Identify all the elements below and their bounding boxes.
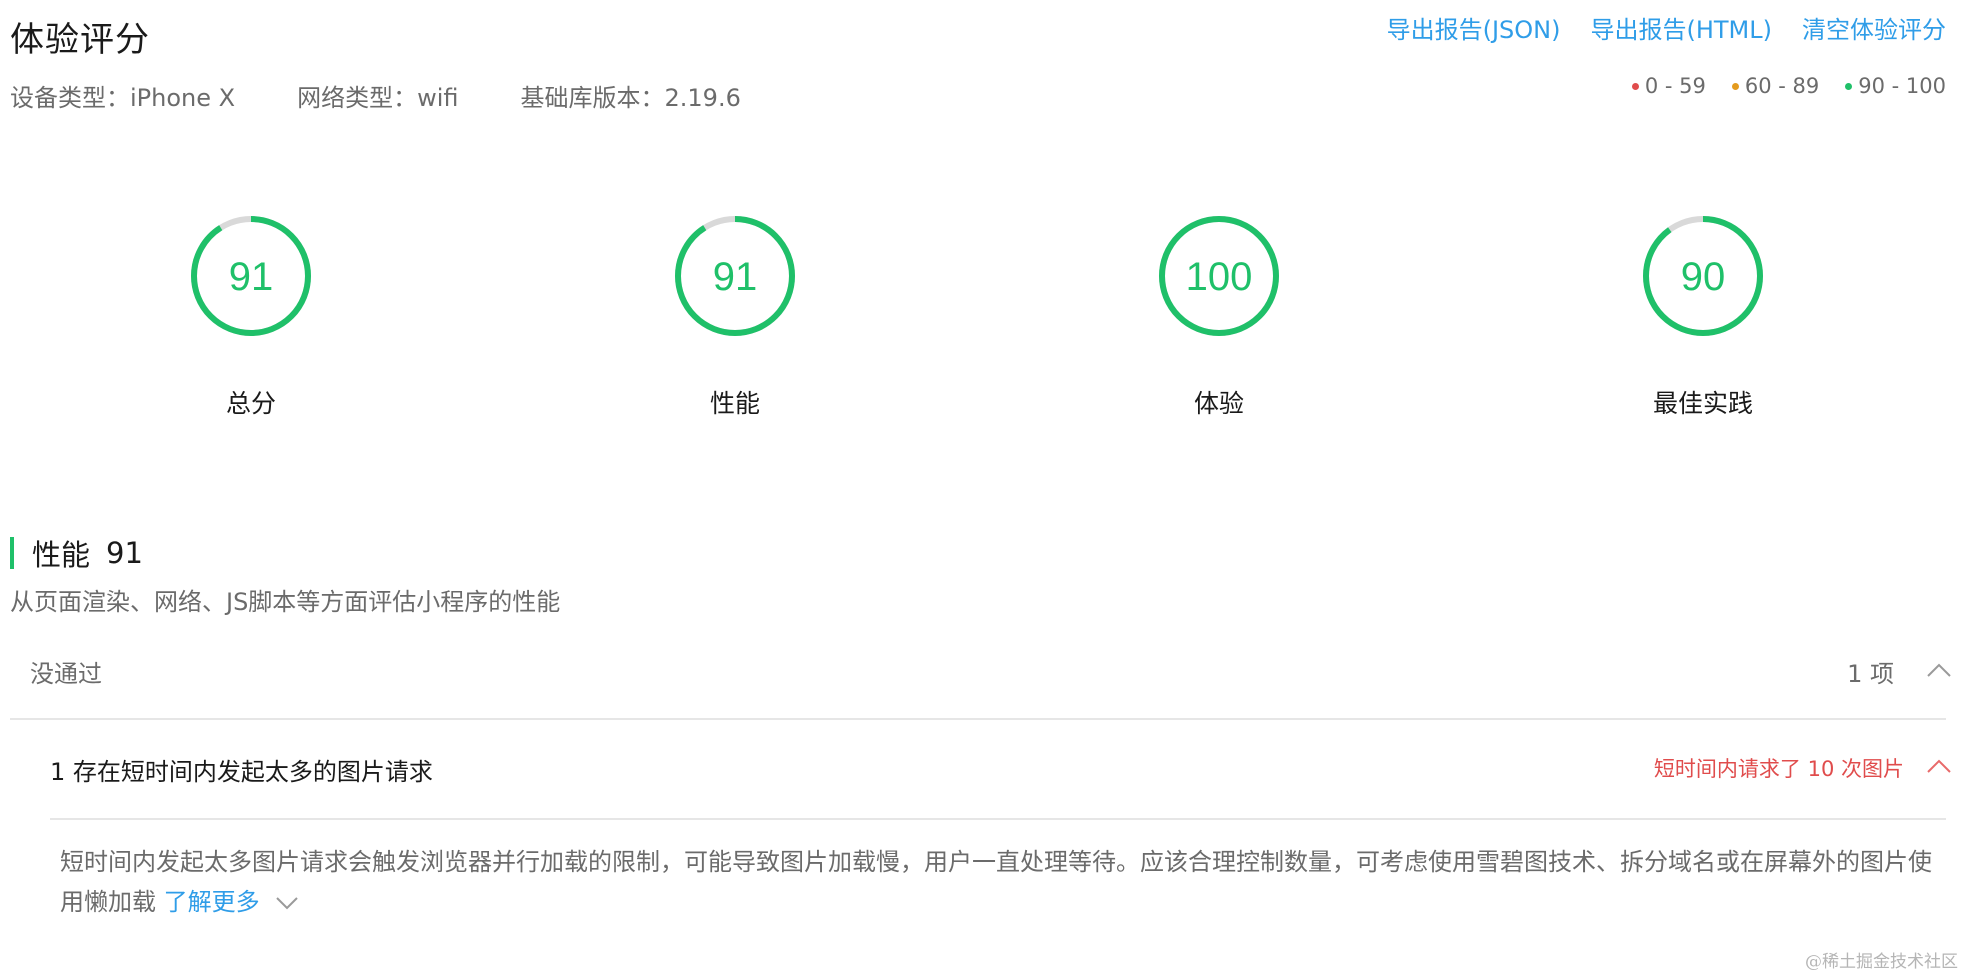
failed-audits-toggle[interactable]: 没通过 1 项: [10, 640, 1951, 720]
score-gauges: 91 总分 91 性能 100 体验 90 最佳实践: [0, 214, 1968, 434]
export-json-link[interactable]: 导出报告(JSON): [1387, 10, 1561, 45]
gauge-label: 总分: [225, 389, 276, 418]
experience-score-page: 体验评分 导出报告(JSON) 导出报告(HTML) 清空体验评分 设备类型：i…: [0, 0, 1968, 976]
section-description: 从页面渲染、网络、JS脚本等方面评估小程序的性能: [10, 588, 561, 616]
red-dot-icon: [1631, 82, 1639, 90]
section-score: 91: [106, 536, 143, 570]
legend-low: 0 - 59: [1631, 74, 1706, 98]
gauge-value: 91: [229, 255, 274, 299]
legend-mid-label: 60 - 89: [1744, 74, 1820, 98]
failed-label: 没通过: [30, 660, 102, 688]
gauge-best-practice: 90 最佳实践: [1583, 214, 1823, 420]
gauge-performance: 91 性能: [615, 214, 855, 420]
lib-version: 基础库版本：2.19.6: [520, 84, 741, 112]
issue-note: 短时间内请求了 10 次图片: [1653, 757, 1904, 781]
device-type: 设备类型：iPhone X: [10, 84, 236, 112]
export-html-link[interactable]: 导出报告(HTML): [1590, 10, 1772, 45]
chevron-down-icon[interactable]: [275, 883, 299, 923]
score-ring-icon: 91: [191, 216, 311, 336]
legend-high-label: 90 - 100: [1858, 74, 1946, 98]
issue-description: 短时间内发起太多图片请求会触发浏览器并行加载的限制，可能导致图片加载慢，用户一直…: [60, 842, 1940, 923]
device-info: 设备类型：iPhone X 网络类型：wifi 基础库版本：2.19.6: [10, 78, 741, 113]
issue-title: 1 存在短时间内发起太多的图片请求: [50, 758, 433, 786]
legend-low-label: 0 - 59: [1644, 74, 1706, 98]
issue-description-text: 短时间内发起太多图片请求会触发浏览器并行加载的限制，可能导致图片加载慢，用户一直…: [60, 848, 1932, 916]
page-title: 体验评分: [10, 20, 150, 60]
gauge-total: 91 总分: [131, 214, 371, 420]
watermark: @稀土掘金技术社区: [1805, 952, 1958, 972]
gauge-value: 90: [1681, 255, 1726, 299]
legend-mid: 60 - 89: [1731, 74, 1820, 98]
gauge-experience: 100 体验: [1099, 214, 1339, 420]
score-ring-icon: 100: [1159, 216, 1279, 336]
network-type: 网络类型：wifi: [297, 84, 459, 112]
section-accent-bar: [10, 537, 14, 569]
score-ring-icon: 91: [675, 216, 795, 336]
section-header: 性能 91: [10, 536, 143, 572]
header-actions: 导出报告(JSON) 导出报告(HTML) 清空体验评分: [1387, 10, 1946, 45]
gauge-label: 体验: [1193, 389, 1244, 418]
gauge-value: 100: [1186, 255, 1253, 299]
score-ring-icon: 90: [1643, 216, 1763, 336]
gauge-label: 最佳实践: [1652, 389, 1753, 418]
legend-high: 90 - 100: [1845, 74, 1946, 98]
gauge-label: 性能: [709, 389, 760, 418]
clear-score-link[interactable]: 清空体验评分: [1802, 10, 1946, 45]
issue-item-toggle[interactable]: 1 存在短时间内发起太多的图片请求 短时间内请求了 10 次图片: [50, 740, 1951, 820]
learn-more-link[interactable]: 了解更多: [164, 888, 260, 916]
chevron-up-icon[interactable]: [1926, 660, 1951, 680]
orange-dot-icon: [1731, 82, 1739, 90]
failed-count: 1 项: [1847, 660, 1894, 688]
score-legend: 0 - 59 60 - 89 90 - 100: [1631, 74, 1946, 98]
gauge-value: 91: [713, 255, 758, 299]
section-name: 性能: [32, 538, 91, 572]
chevron-up-icon[interactable]: [1926, 756, 1951, 776]
green-dot-icon: [1845, 82, 1853, 90]
